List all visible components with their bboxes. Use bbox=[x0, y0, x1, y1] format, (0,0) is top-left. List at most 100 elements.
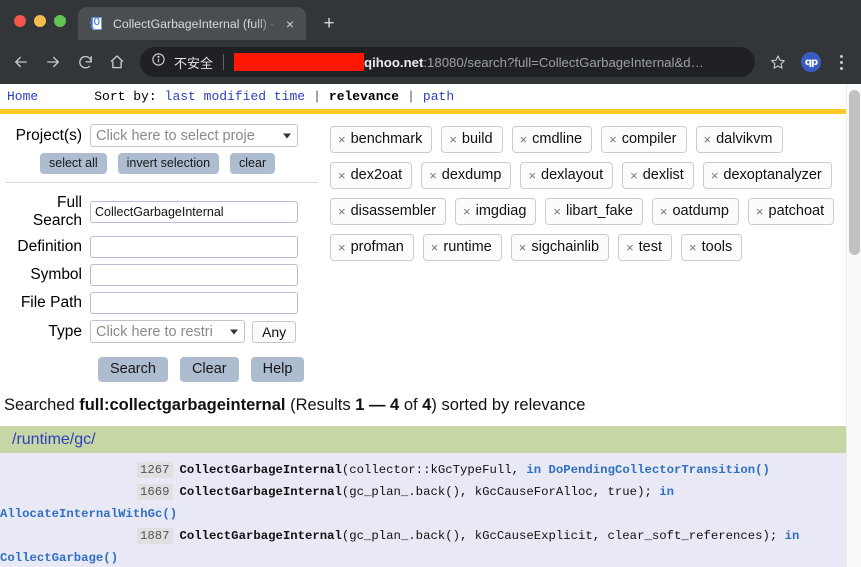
browser-tab[interactable]: { O CollectGarbageInternal (full) - O × bbox=[78, 7, 306, 40]
line-number[interactable]: 1887 bbox=[137, 528, 173, 544]
file-path-input[interactable] bbox=[90, 292, 298, 314]
project-tag[interactable]: × libart_fake bbox=[545, 198, 643, 225]
home-link[interactable]: Home bbox=[7, 89, 38, 104]
remove-tag-icon[interactable]: × bbox=[756, 202, 764, 221]
project-tag[interactable]: × tools bbox=[681, 234, 743, 261]
project-tag[interactable]: × dexlayout bbox=[520, 162, 614, 189]
enclosing-function-link[interactable]: AllocateInternalWithGc() bbox=[0, 507, 177, 521]
back-icon[interactable] bbox=[6, 47, 36, 77]
remove-tag-icon[interactable]: × bbox=[660, 202, 668, 221]
address-bar[interactable]: 不安全 qihoo.net:18080/search?full=CollectG… bbox=[140, 47, 755, 77]
remove-tag-icon[interactable]: × bbox=[338, 238, 346, 257]
projects-select-placeholder: Click here to select proje bbox=[96, 127, 255, 144]
sort-option-relevance[interactable]: relevance bbox=[329, 89, 399, 104]
project-tag[interactable]: × cmdline bbox=[511, 126, 593, 153]
remove-tag-icon[interactable]: × bbox=[338, 166, 346, 185]
new-tab-button[interactable]: + bbox=[315, 9, 343, 37]
browser-menu-icon[interactable] bbox=[829, 54, 853, 70]
project-tag[interactable]: × dalvikvm bbox=[695, 126, 783, 153]
remove-tag-icon[interactable]: × bbox=[630, 166, 638, 185]
remove-tag-icon[interactable]: × bbox=[704, 130, 712, 149]
search-body: Project(s) Click here to select proje se… bbox=[0, 114, 861, 567]
security-status-label: 不安全 bbox=[174, 55, 214, 71]
project-tag[interactable]: × test bbox=[618, 234, 673, 261]
project-tag[interactable]: × imgdiag bbox=[455, 198, 537, 225]
project-tag[interactable]: × dexoptanalyzer bbox=[702, 162, 832, 189]
projects-row: Project(s) Click here to select proje bbox=[4, 124, 320, 147]
minimize-window-button[interactable] bbox=[34, 15, 46, 27]
project-tag[interactable]: × dex2oat bbox=[330, 162, 413, 189]
remove-tag-icon[interactable]: × bbox=[463, 202, 471, 221]
forward-icon[interactable] bbox=[38, 47, 68, 77]
invert-selection-button[interactable]: invert selection bbox=[117, 153, 220, 174]
sort-option-last-modified[interactable]: last modified time bbox=[165, 89, 305, 104]
project-tag[interactable]: × sigchainlib bbox=[510, 234, 610, 261]
tab-strip: { O CollectGarbageInternal (full) - O × … bbox=[0, 0, 861, 40]
remove-tag-icon[interactable]: × bbox=[609, 130, 617, 149]
code-result-line[interactable]: 1267 CollectGarbageInternal(collector::kG… bbox=[0, 459, 861, 481]
project-tag[interactable]: × oatdump bbox=[651, 198, 739, 225]
project-tag[interactable]: × benchmark bbox=[330, 126, 433, 153]
remove-tag-icon[interactable]: × bbox=[338, 130, 346, 149]
search-button[interactable]: Search bbox=[98, 357, 168, 382]
code-result-line[interactable]: 1669 CollectGarbageInternal(gc_plan_.back… bbox=[0, 481, 861, 503]
project-tag[interactable]: × build bbox=[441, 126, 503, 153]
maximize-window-button[interactable] bbox=[54, 15, 66, 27]
type-select[interactable]: Click here to restri bbox=[90, 320, 245, 343]
line-number[interactable]: 1267 bbox=[137, 462, 173, 478]
scrollbar-thumb[interactable] bbox=[849, 90, 860, 255]
definition-input[interactable] bbox=[90, 236, 298, 258]
remove-tag-icon[interactable]: × bbox=[449, 130, 457, 149]
remove-tag-icon[interactable]: × bbox=[689, 238, 697, 257]
remove-tag-icon[interactable]: × bbox=[711, 166, 719, 185]
remove-tag-icon[interactable]: × bbox=[520, 130, 528, 149]
clear-button[interactable]: Clear bbox=[179, 357, 239, 382]
bookmark-star-icon[interactable] bbox=[765, 49, 791, 75]
code-result-line-wrap: AllocateInternalWithGc() bbox=[0, 503, 861, 525]
page-scrollbar[interactable] bbox=[846, 84, 861, 567]
type-label: Type bbox=[48, 322, 82, 340]
symbol-input[interactable] bbox=[90, 264, 298, 286]
project-tag[interactable]: × profman bbox=[330, 234, 414, 261]
any-type-button[interactable]: Any bbox=[252, 320, 297, 343]
remove-tag-icon[interactable]: × bbox=[431, 238, 439, 257]
reload-icon[interactable] bbox=[70, 47, 100, 77]
project-tag[interactable]: × compiler bbox=[601, 126, 687, 153]
home-icon[interactable] bbox=[102, 47, 132, 77]
file-path-row: File Path bbox=[4, 292, 320, 314]
info-circle-icon[interactable] bbox=[151, 52, 167, 72]
full-search-input[interactable] bbox=[90, 201, 298, 223]
projects-select[interactable]: Click here to select proje bbox=[90, 124, 298, 147]
remove-tag-icon[interactable]: × bbox=[626, 238, 634, 257]
chevron-down-icon bbox=[283, 133, 291, 138]
directory-link[interactable]: /runtime/gc/ bbox=[12, 431, 96, 449]
remove-tag-icon[interactable]: × bbox=[519, 238, 527, 257]
sort-option-path[interactable]: path bbox=[423, 89, 454, 104]
code-result-line[interactable]: 1887 CollectGarbageInternal(gc_plan_.back… bbox=[0, 525, 861, 547]
project-tag[interactable]: × patchoat bbox=[747, 198, 835, 225]
project-tag-label: patchoat bbox=[768, 202, 825, 219]
remove-tag-icon[interactable]: × bbox=[553, 202, 561, 221]
extension-icon[interactable]: qp bbox=[801, 52, 821, 72]
project-tag[interactable]: × runtime bbox=[422, 234, 502, 261]
close-window-button[interactable] bbox=[14, 15, 26, 27]
project-tag-label: dexdump bbox=[441, 166, 502, 183]
clear-selection-button[interactable]: clear bbox=[230, 153, 276, 174]
project-tag[interactable]: × dexlist bbox=[622, 162, 694, 189]
enclosing-function-link[interactable]: CollectGarbage() bbox=[0, 551, 118, 565]
enclosing-function-link[interactable]: DoPendingCollectorTransition() bbox=[549, 463, 770, 477]
form-divider bbox=[6, 182, 318, 183]
url-path: :18080/search?full=CollectGarbageInterna… bbox=[423, 54, 704, 70]
project-tag[interactable]: × dexdump bbox=[421, 162, 512, 189]
project-tag[interactable]: × disassembler bbox=[330, 198, 447, 225]
line-number[interactable]: 1669 bbox=[137, 484, 173, 500]
help-button[interactable]: Help bbox=[250, 357, 305, 382]
remove-tag-icon[interactable]: × bbox=[528, 166, 536, 185]
tab-title: CollectGarbageInternal (full) - O bbox=[113, 16, 280, 31]
symbol-label: Symbol bbox=[30, 266, 82, 283]
close-tab-icon[interactable]: × bbox=[280, 14, 300, 34]
remove-tag-icon[interactable]: × bbox=[429, 166, 437, 185]
remove-tag-icon[interactable]: × bbox=[338, 202, 346, 221]
project-tag-label: dex2oat bbox=[350, 166, 403, 183]
select-all-button[interactable]: select all bbox=[40, 153, 107, 174]
